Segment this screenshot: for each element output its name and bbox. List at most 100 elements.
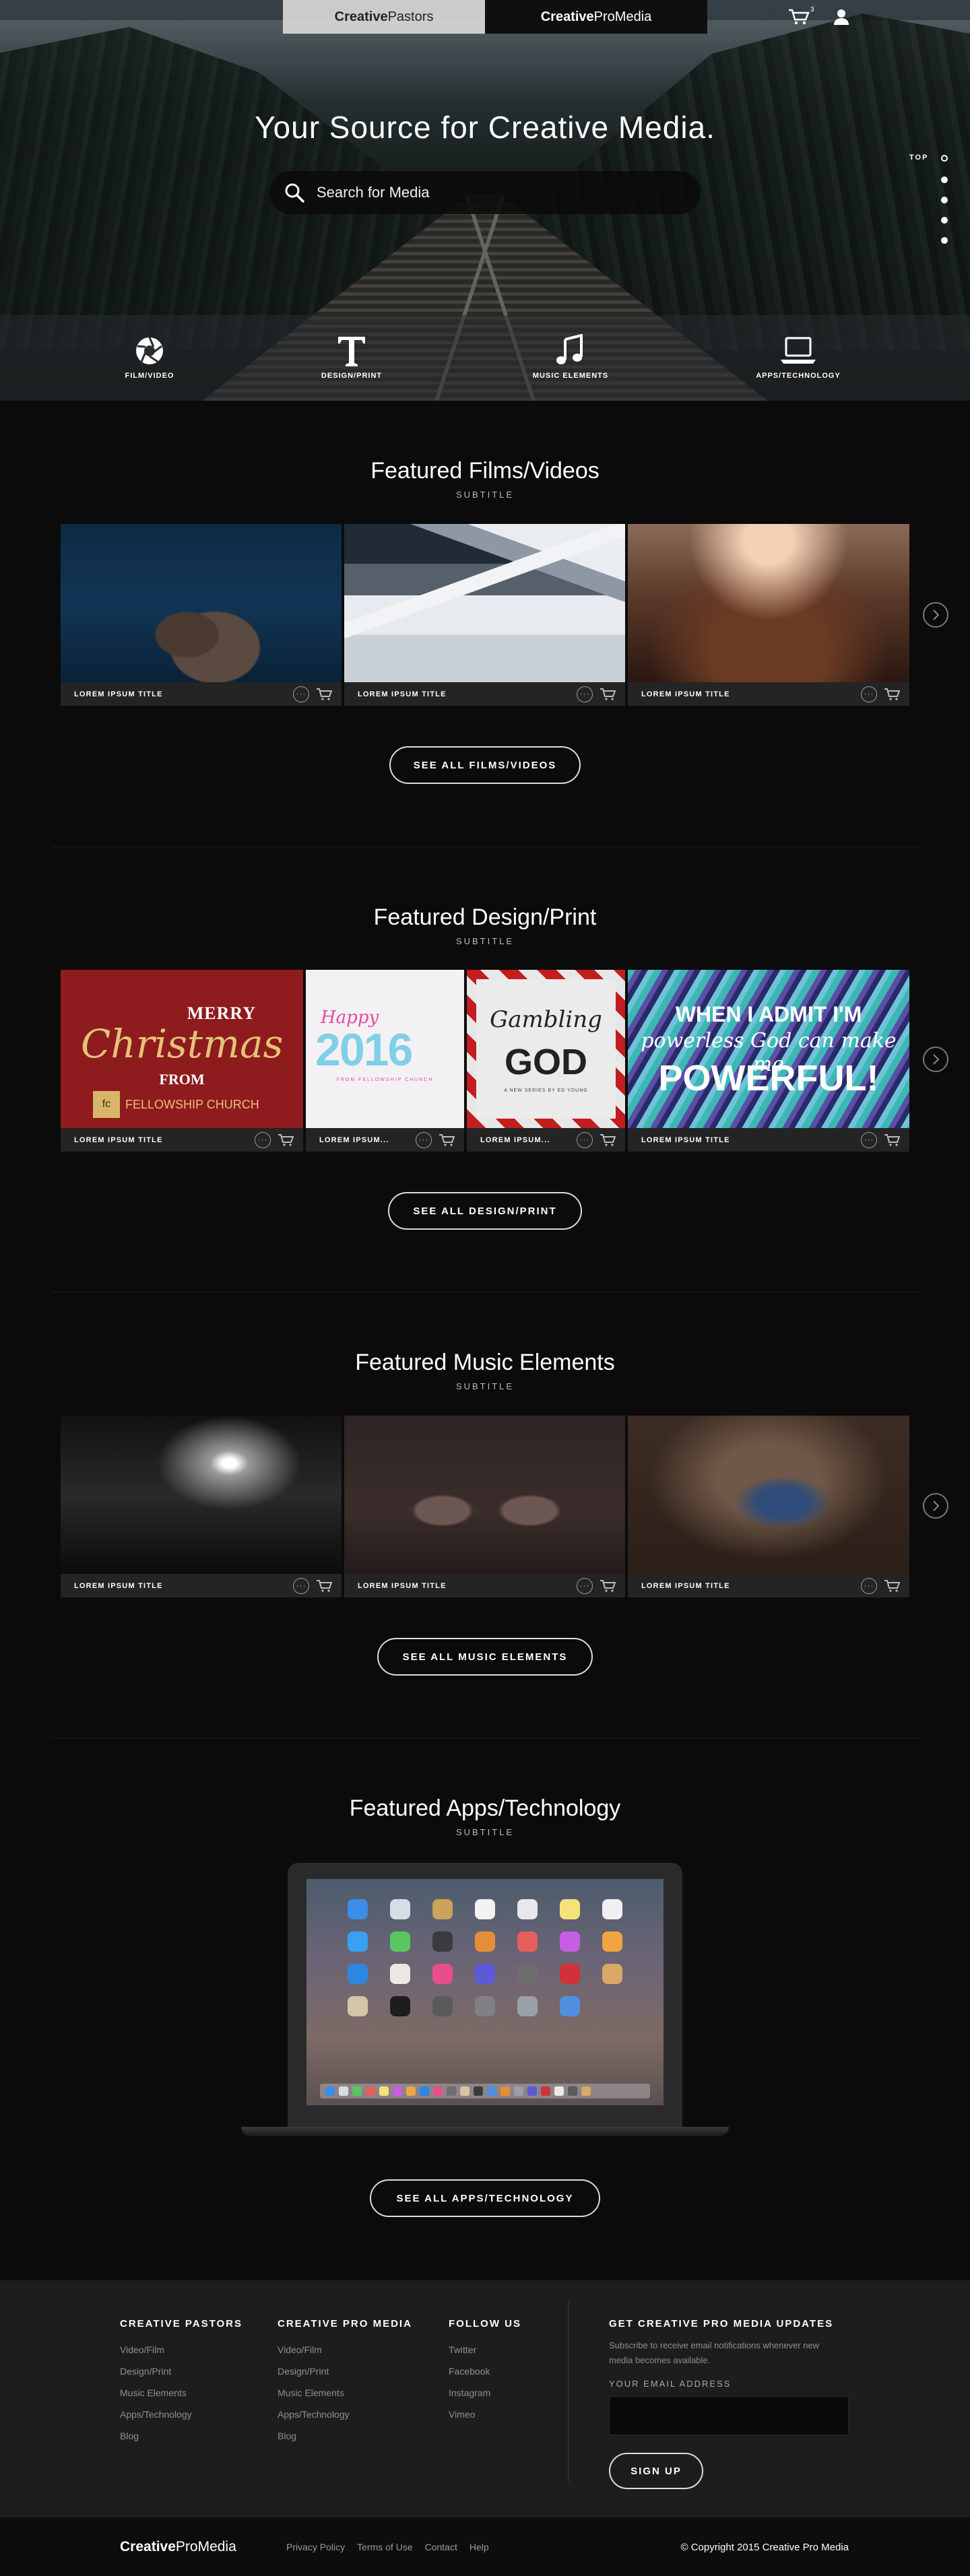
card-title: LOREM IPSUM...	[480, 1136, 550, 1144]
media-card[interactable]: WHEN I ADMIT I'M powerless God can make …	[628, 970, 909, 1152]
media-card[interactable]: LOREM IPSUM TITLE	[61, 1416, 342, 1597]
category-music-elements[interactable]: MUSIC ELEMENTS	[510, 334, 631, 380]
contact-link[interactable]: Contact	[425, 2542, 457, 2552]
footer-divider	[568, 2301, 569, 2482]
carousel-design: MERRY Christmas FROM fc FELLOWSHIP CHURC…	[61, 970, 909, 1152]
footer-link[interactable]: Design/Print	[120, 2366, 243, 2377]
footer-link[interactable]: Apps/Technology	[278, 2409, 412, 2420]
footer-link[interactable]: Blog	[120, 2431, 243, 2441]
footer-link-facebook[interactable]: Facebook	[449, 2366, 521, 2377]
more-options-icon[interactable]	[577, 1578, 593, 1594]
more-options-icon[interactable]	[293, 686, 309, 702]
app-icon	[474, 1931, 495, 1952]
add-to-cart-icon[interactable]	[439, 1133, 455, 1147]
section-dot-nav: TOP	[909, 154, 950, 248]
thumbnail-gambling-god: Gambling GOD A NEW SERIES BY ED YOUNG	[467, 970, 625, 1128]
footer-link-vimeo[interactable]: Vimeo	[449, 2409, 521, 2420]
thumbnail-singer	[628, 1416, 909, 1574]
media-card[interactable]: LOREM IPSUM TITLE	[61, 524, 342, 706]
sign-up-button[interactable]: SIGN UP	[609, 2453, 703, 2489]
laptop-screen-launchpad[interactable]	[306, 1879, 664, 2105]
add-to-cart-icon[interactable]	[278, 1133, 294, 1147]
see-all-films-button[interactable]: SEE ALL FILMS/VIDEOS	[389, 746, 581, 784]
carousel-next-button[interactable]	[923, 602, 948, 628]
top-label: TOP	[909, 154, 929, 162]
add-to-cart-icon[interactable]	[600, 1579, 616, 1593]
add-to-cart-icon[interactable]	[600, 688, 616, 701]
nav-dot-top[interactable]	[941, 155, 948, 162]
nav-dot-apps[interactable]	[941, 237, 948, 244]
app-icon	[517, 1931, 538, 1952]
footer-link-instagram[interactable]: Instagram	[449, 2387, 521, 2398]
app-icon	[559, 1931, 580, 1952]
app-icon	[559, 1899, 580, 1919]
section-subtitle-design: SUBTITLE	[455, 936, 515, 946]
cart-count-badge: 3	[810, 6, 814, 13]
footer-column-creative-pro-media: CREATIVE PRO MEDIA Video/Film Design/Pri…	[278, 2318, 412, 2452]
nav-dot-music[interactable]	[941, 217, 948, 224]
user-icon[interactable]	[833, 8, 850, 26]
media-card[interactable]: LOREM IPSUM TITLE	[344, 524, 625, 706]
media-card[interactable]: Gambling GOD A NEW SERIES BY ED YOUNG LO…	[467, 970, 625, 1152]
add-to-cart-icon[interactable]	[600, 1133, 616, 1147]
carousel-next-button[interactable]	[923, 1493, 948, 1519]
more-options-icon[interactable]	[293, 1578, 309, 1594]
see-all-music-button[interactable]: SEE ALL MUSIC ELEMENTS	[377, 1638, 593, 1676]
app-icon	[602, 1931, 622, 1952]
footer-link[interactable]: Blog	[278, 2431, 412, 2441]
media-card[interactable]: MERRY Christmas FROM fc FELLOWSHIP CHURC…	[61, 970, 303, 1152]
category-apps-technology[interactable]: APPS/TECHNOLOGY	[738, 334, 859, 380]
footer-link[interactable]: Video/Film	[120, 2344, 243, 2355]
add-to-cart-icon[interactable]	[316, 688, 332, 701]
app-icon	[348, 1996, 368, 2016]
nav-dot-design[interactable]	[941, 197, 948, 203]
hero-title: Your Source for Creative Media.	[255, 110, 715, 145]
app-icon	[474, 1996, 495, 2016]
footer-link[interactable]: Music Elements	[278, 2387, 412, 2398]
media-card[interactable]: LOREM IPSUM TITLE	[344, 1416, 625, 1597]
search-bar[interactable]	[269, 171, 701, 214]
legal-links: Privacy Policy Terms of Use Contact Help	[286, 2542, 489, 2552]
footer-link-twitter[interactable]: Twitter	[449, 2344, 521, 2355]
card-title: LOREM IPSUM TITLE	[74, 1136, 163, 1144]
media-card[interactable]: Happy 2016 FROM FELLOWSHIP CHURCH LOREM …	[306, 970, 464, 1152]
app-icon	[432, 1931, 453, 1952]
footer-link[interactable]: Music Elements	[120, 2387, 243, 2398]
category-design-print[interactable]: DESIGN/PRINT	[291, 334, 412, 380]
more-options-icon[interactable]	[577, 1132, 593, 1148]
add-to-cart-icon[interactable]	[884, 688, 900, 701]
search-input[interactable]	[317, 184, 680, 201]
music-note-icon	[556, 334, 583, 364]
tab-creative-pastors[interactable]: Creative Pastors	[283, 0, 485, 34]
newsletter-description: Subscribe to receive email notifications…	[609, 2340, 820, 2365]
tab-creative-pro-media[interactable]: Creative ProMedia	[485, 0, 707, 34]
cart-icon[interactable]	[788, 8, 810, 26]
more-options-icon[interactable]	[861, 1132, 877, 1148]
more-options-icon[interactable]	[577, 686, 593, 702]
media-card[interactable]: LOREM IPSUM TITLE	[628, 524, 909, 706]
nav-dot-films[interactable]	[941, 176, 948, 183]
see-all-design-button[interactable]: SEE ALL DESIGN/PRINT	[388, 1192, 582, 1230]
footer-link[interactable]: Apps/Technology	[120, 2409, 243, 2420]
add-to-cart-icon[interactable]	[884, 1579, 900, 1593]
category-film-video[interactable]: FILM/VIDEO	[89, 334, 210, 380]
carousel-next-button[interactable]	[923, 1047, 948, 1072]
more-options-icon[interactable]	[416, 1132, 432, 1148]
more-options-icon[interactable]	[255, 1132, 271, 1148]
add-to-cart-icon[interactable]	[884, 1133, 900, 1147]
more-options-icon[interactable]	[861, 1578, 877, 1594]
see-all-apps-button[interactable]: SEE ALL APPS/TECHNOLOGY	[370, 2179, 600, 2217]
footer-logo[interactable]: CreativeProMedia	[120, 2539, 236, 2555]
card-title: LOREM IPSUM TITLE	[358, 1582, 447, 1590]
add-to-cart-icon[interactable]	[316, 1579, 332, 1593]
more-options-icon[interactable]	[861, 686, 877, 702]
terms-of-use-link[interactable]: Terms of Use	[357, 2542, 412, 2552]
email-field[interactable]	[609, 2396, 849, 2435]
hero-section: Creative Pastors Creative ProMedia 3 Your …	[0, 0, 970, 401]
footer-link[interactable]: Video/Film	[278, 2344, 412, 2355]
app-icon	[432, 1964, 453, 1984]
media-card[interactable]: LOREM IPSUM TITLE	[628, 1416, 909, 1597]
footer-link[interactable]: Design/Print	[278, 2366, 412, 2377]
help-link[interactable]: Help	[470, 2542, 489, 2552]
privacy-policy-link[interactable]: Privacy Policy	[286, 2542, 345, 2552]
